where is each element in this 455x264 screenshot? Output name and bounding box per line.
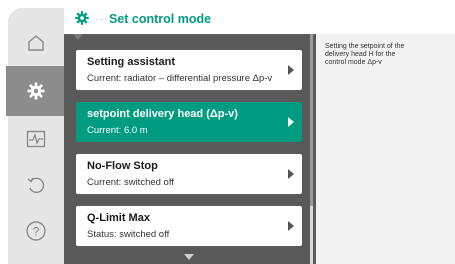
scrollbar[interactable]: [310, 34, 313, 264]
breadcrumb-dots: ···: [95, 14, 108, 25]
top-frame: [0, 0, 455, 8]
menu-item-setpoint-delivery-head[interactable]: setpoint delivery head (Δp-v) Current: 6…: [76, 102, 302, 142]
menu-item-no-flow-stop[interactable]: No-Flow Stop Current: switched off: [76, 154, 302, 194]
svg-text:?: ?: [33, 225, 40, 239]
chevron-right-icon: [288, 117, 294, 127]
sidebar-item-home[interactable]: [8, 18, 64, 68]
menu-item-label: Q-Limit Max: [87, 212, 150, 224]
menu-item-status: Current: radiator – differential pressur…: [87, 73, 273, 84]
chevron-right-icon: [288, 221, 294, 231]
menu-list: Setting assistant Current: radiator – di…: [64, 34, 316, 264]
page-title: Set control mode: [109, 12, 212, 26]
restore-icon: [27, 177, 45, 194]
scrollbar-thumb[interactable]: [310, 34, 313, 206]
settings-gear-icon: [27, 82, 45, 100]
sidebar-item-settings[interactable]: [6, 66, 66, 116]
sidebar: ?: [6, 8, 66, 264]
help-panel: Setting the setpoint of the delivery hea…: [316, 34, 455, 264]
home-icon: [28, 35, 44, 51]
scroll-up-indicator-icon: [73, 34, 83, 40]
scroll-down-arrow-icon[interactable]: [184, 254, 194, 260]
menu-item-q-limit-max[interactable]: Q-Limit Max Status: switched off: [76, 206, 302, 246]
menu-item-label: No-Flow Stop: [87, 160, 158, 172]
gear-icon: [75, 11, 89, 25]
menu-item-status: Current: switched off: [87, 177, 174, 188]
diagnostics-monitor-icon: [26, 130, 46, 148]
sidebar-item-restore[interactable]: [8, 160, 64, 210]
menu-item-status: Status: switched off: [87, 229, 170, 240]
menu-item-status: Current: 6.0 m: [87, 125, 148, 136]
chevron-right-icon: [288, 65, 294, 75]
sidebar-item-help[interactable]: ?: [8, 206, 64, 256]
help-icon: ?: [26, 221, 46, 241]
chevron-right-icon: [288, 169, 294, 179]
header: ··· Set control mode: [64, 8, 455, 34]
sidebar-item-diagnostics[interactable]: [8, 114, 64, 164]
menu-item-setting-assistant[interactable]: Setting assistant Current: radiator – di…: [76, 50, 302, 90]
help-text: Setting the setpoint of the delivery hea…: [325, 43, 405, 66]
menu-item-label: Setting assistant: [87, 56, 176, 68]
menu-item-label: setpoint delivery head (Δp-v): [87, 108, 238, 120]
